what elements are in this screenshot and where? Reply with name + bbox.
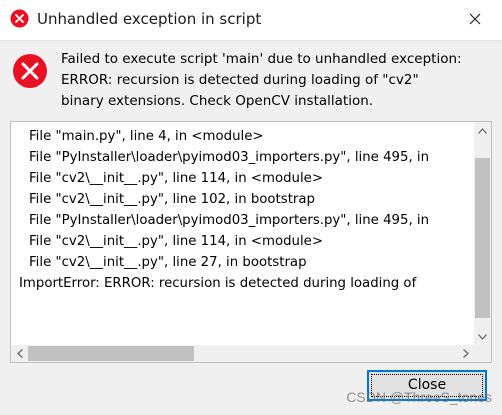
chevron-right-icon [462,349,469,358]
traceback-text: File "main.py", line 4, in <module> File … [19,126,474,334]
error-icon [10,9,29,28]
scroll-down-button[interactable] [474,328,491,345]
traceback-line: File "cv2\__init__.py", line 114, in <mo… [29,234,323,249]
error-dialog: Unhandled exception in script Failed to … [0,0,502,415]
title-bar: Unhandled exception in script [0,0,502,41]
close-icon[interactable] [464,8,486,30]
scrollbar-corner [474,345,491,362]
vertical-scroll-thumb[interactable] [475,158,490,318]
scroll-left-button[interactable] [11,345,28,362]
traceback-line: File "cv2\__init__.py", line 102, in boo… [29,192,315,207]
error-message: Failed to execute script 'main' due to u… [61,51,462,109]
chevron-left-icon [16,349,23,358]
scroll-up-button[interactable] [474,122,491,139]
vertical-scrollbar[interactable] [474,122,491,345]
watermark: CSDN @ThreeS_tones [346,389,492,405]
horizontal-scroll-thumb[interactable] [28,346,194,361]
chevron-down-icon [478,333,487,340]
traceback-line: File "PyInstaller\loader\pyimod03_import… [29,213,430,228]
scroll-right-button[interactable] [457,345,474,362]
traceback-line: File "cv2\__init__.py", line 27, in boot… [29,255,307,270]
window-title: Unhandled exception in script [37,10,262,28]
traceback-box[interactable]: File "main.py", line 4, in <module> File … [10,121,492,363]
chevron-up-icon [478,127,487,134]
traceback-line: File "main.py", line 4, in <module> [29,129,264,144]
traceback-line: ImportError: ERROR: recursion is detecte… [19,276,417,291]
traceback-line: File "cv2\__init__.py", line 114, in <mo… [29,171,323,186]
horizontal-scrollbar[interactable] [11,345,474,362]
error-icon [13,54,47,88]
traceback-line: File "PyInstaller\loader\pyimod03_import… [29,150,430,165]
